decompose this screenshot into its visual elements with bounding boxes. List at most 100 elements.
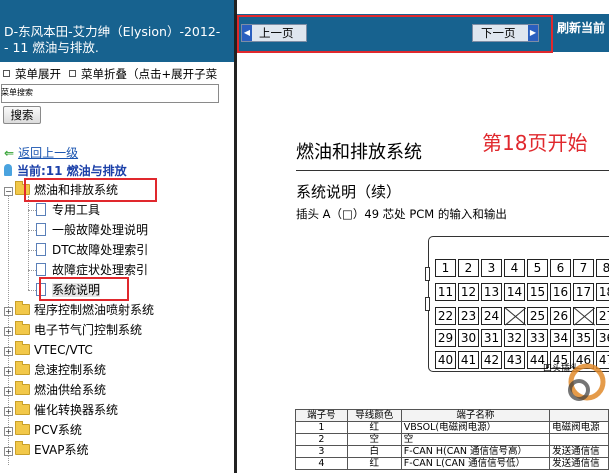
connector-pin: 32 bbox=[504, 329, 525, 347]
connector-pin: 12 bbox=[458, 283, 479, 301]
tree-item-dtc-index[interactable]: DTC故障处理索引 bbox=[36, 240, 148, 260]
current-location-label: 当前:11 燃油与排放 bbox=[17, 164, 127, 178]
tree-folder[interactable]: + PCV系统 bbox=[4, 420, 82, 440]
expand-icon[interactable]: + bbox=[4, 427, 13, 436]
document-icon bbox=[36, 203, 46, 216]
connector-pin: 34 bbox=[550, 329, 571, 347]
tree-folder[interactable]: + 怠速控制系统 bbox=[4, 360, 106, 380]
table-row: 2空空 bbox=[295, 433, 609, 446]
tree-folder-label: VTEC/VTC bbox=[34, 343, 93, 357]
tree-folder-label: EVAP系统 bbox=[34, 443, 89, 457]
tree-folder[interactable]: + EVAP系统 bbox=[4, 440, 88, 460]
highlight-box bbox=[39, 277, 129, 301]
expand-icon[interactable]: + bbox=[4, 387, 13, 396]
menu-toggle-links: 菜单展开 菜单折叠（点击+展开子菜 bbox=[3, 66, 217, 82]
folder-icon bbox=[15, 321, 30, 335]
folder-icon bbox=[15, 381, 30, 395]
tree-folder[interactable]: + 燃油供给系统 bbox=[4, 380, 106, 400]
tree-item-label: 专用工具 bbox=[52, 203, 101, 217]
connector-pin-blank bbox=[573, 307, 594, 325]
menu-search-input[interactable] bbox=[1, 84, 219, 103]
current-location: 当前:11 燃油与排放 bbox=[4, 162, 127, 179]
expand-icon[interactable]: + bbox=[4, 307, 13, 316]
folder-icon bbox=[15, 341, 30, 355]
folder-icon bbox=[15, 361, 30, 375]
table-cell: 3 bbox=[295, 445, 348, 458]
expand-icon[interactable]: + bbox=[4, 347, 13, 356]
table-cell: F-CAN H(CAN 通信信号高） bbox=[400, 445, 551, 458]
connector-caption: 插头 A（□）49 芯处 PCM 的输入和输出 bbox=[296, 207, 507, 221]
connector-pin: 4 bbox=[504, 259, 525, 277]
folder-icon bbox=[15, 421, 30, 435]
table-cell: 红 bbox=[346, 457, 402, 470]
table-row: 1 红 VBSOL(电磁阀电源） 电磁阀电源 bbox=[295, 421, 609, 434]
table-cell: 1 bbox=[295, 421, 348, 434]
expand-icon[interactable]: + bbox=[4, 447, 13, 456]
square-icon bbox=[3, 70, 10, 77]
expand-icon[interactable]: + bbox=[4, 367, 13, 376]
table-cell: 空 bbox=[400, 433, 551, 446]
connector-pin: 35 bbox=[573, 329, 594, 347]
tree-item-special-tools[interactable]: 专用工具 bbox=[36, 200, 100, 220]
back-arrow-icon: ⇐ bbox=[4, 146, 15, 160]
document-title: 燃油和排放系统 bbox=[296, 142, 422, 163]
expand-icon[interactable]: + bbox=[4, 407, 13, 416]
connector-diagram: 1234567811121314151617182223242526272930… bbox=[425, 236, 609, 372]
column-header bbox=[549, 409, 609, 422]
menu-expand-link[interactable]: 菜单展开 bbox=[15, 67, 61, 81]
tree-line bbox=[28, 230, 36, 231]
annotation-note: 第18页开始 bbox=[482, 131, 588, 155]
table-header-row: 端子号 导线颜色 端子名称 bbox=[295, 409, 609, 422]
search-button[interactable]: 搜索 bbox=[3, 106, 41, 124]
table-row: 3 白 F-CAN H(CAN 通信信号高） 发送通信信 bbox=[295, 445, 609, 458]
tree-item-general-troubleshooting[interactable]: 一般故障处理说明 bbox=[36, 220, 148, 240]
connector-pin: 1 bbox=[435, 259, 456, 277]
tree-folder-label: PCV系统 bbox=[34, 423, 82, 437]
tree-folder[interactable]: + VTEC/VTC bbox=[4, 340, 93, 360]
highlight-box bbox=[24, 178, 157, 202]
connector-pin: 13 bbox=[481, 283, 502, 301]
tree-folder-label: 燃油供给系统 bbox=[34, 383, 107, 397]
folder-icon bbox=[15, 301, 30, 315]
connector-pin: 26 bbox=[550, 307, 571, 325]
expand-icon[interactable]: + bbox=[4, 327, 13, 336]
connector-latch bbox=[425, 267, 430, 281]
collapse-icon[interactable]: − bbox=[4, 187, 13, 196]
table-cell: F-CAN L(CAN 通信信号低） bbox=[400, 457, 551, 470]
table-cell: VBSOL(电磁阀电源） bbox=[400, 421, 551, 434]
tree-folder[interactable]: + 电子节气门控制系统 bbox=[4, 320, 142, 340]
refresh-link[interactable]: 刷新当前 bbox=[557, 19, 605, 36]
table-row: 4 红 F-CAN L(CAN 通信信号低） 发送通信信 bbox=[295, 457, 609, 470]
connector-pin: 41 bbox=[458, 351, 479, 369]
tree-line bbox=[28, 290, 36, 291]
connector-pin: 31 bbox=[481, 329, 502, 347]
tree-folder[interactable]: + 程序控制燃油喷射系统 bbox=[4, 300, 154, 320]
connector-pin: 42 bbox=[481, 351, 502, 369]
connector-pin: 40 bbox=[435, 351, 456, 369]
document-icon bbox=[36, 263, 46, 276]
tree-folder-label: 电子节气门控制系统 bbox=[34, 323, 143, 337]
connector-pin: 43 bbox=[504, 351, 525, 369]
connector-pin: 11 bbox=[435, 283, 456, 301]
document-icon bbox=[36, 243, 46, 256]
connector-latch bbox=[425, 297, 430, 311]
menu-collapse-link[interactable]: 菜单折叠（点击+展开子菜 bbox=[81, 67, 217, 81]
tree-folder[interactable]: + 催化转换器系统 bbox=[4, 400, 118, 420]
menu-search-label: 菜单搜索 bbox=[1, 88, 33, 97]
tree-line bbox=[28, 270, 36, 271]
connector-pin: 14 bbox=[504, 283, 525, 301]
pin-table: 端子号 导线颜色 端子名称 1 红 VBSOL(电磁阀电源） 电磁阀电源 2 空空 3 白 F-… bbox=[295, 409, 609, 470]
back-link[interactable]: ⇐ 返回上一级 bbox=[4, 144, 78, 161]
tree-item-label: 一般故障处理说明 bbox=[52, 223, 149, 237]
connector-pin: 3 bbox=[481, 259, 502, 277]
connector-pin: 6 bbox=[550, 259, 571, 277]
column-header: 端子号 bbox=[295, 409, 348, 422]
section-subtitle: 系统说明（续） bbox=[296, 183, 402, 201]
connector-pin: 8 bbox=[596, 259, 609, 277]
table-cell: 空 bbox=[346, 433, 402, 446]
connector-pin: 5 bbox=[527, 259, 548, 277]
connector-pin: 29 bbox=[435, 329, 456, 347]
connector-pin: 17 bbox=[573, 283, 594, 301]
tree-folder-label: 怠速控制系统 bbox=[34, 363, 107, 377]
left-navigation-frame: D-东风本田-艾力绅（Elysion）-2012- - 11 燃油与排放. 菜单… bbox=[0, 0, 234, 473]
